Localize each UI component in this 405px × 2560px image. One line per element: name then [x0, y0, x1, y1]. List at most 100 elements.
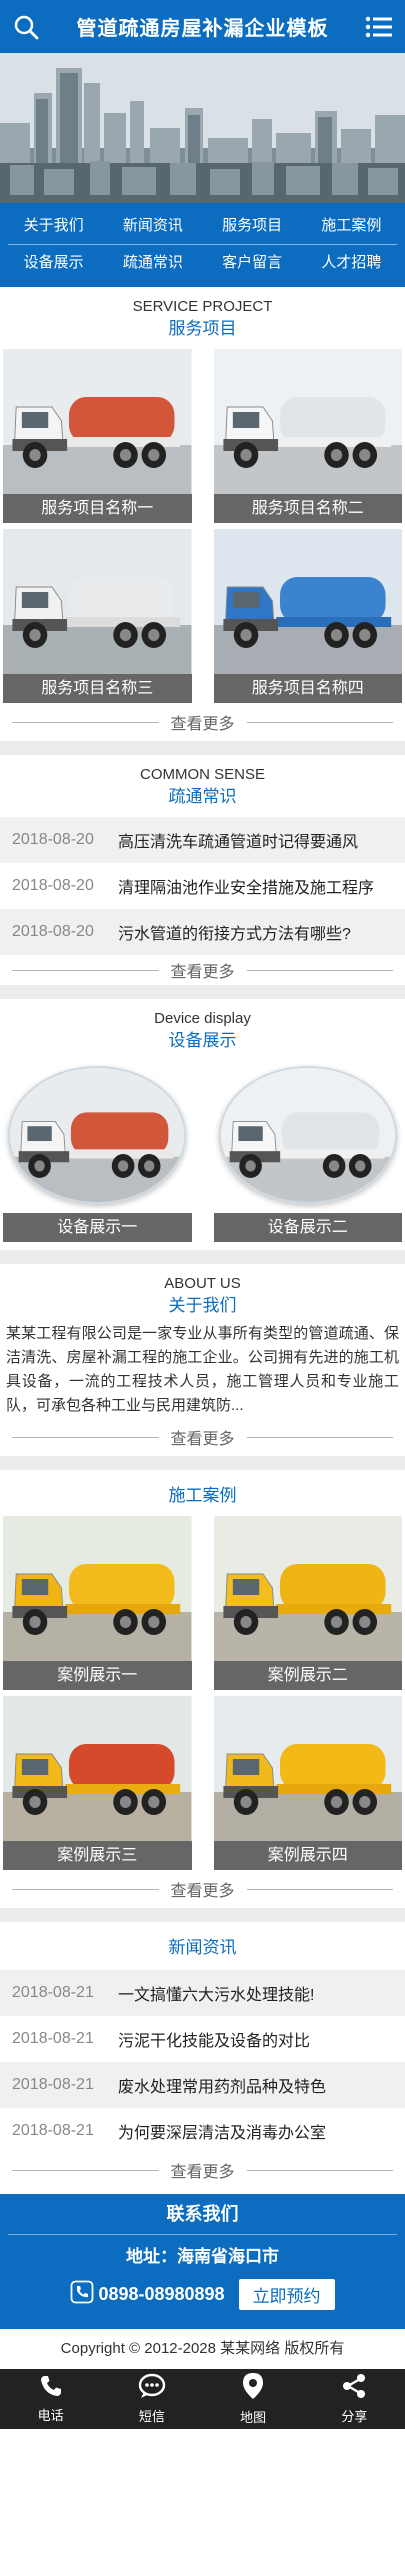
list-item-date: 2018-08-21: [12, 1984, 94, 2001]
sense-title-en: COMMON SENSE: [139, 766, 265, 783]
list-item-title: 一文搞懂六大污水处理技能!: [118, 1987, 315, 2004]
service-title-cn: 服务项目: [168, 319, 237, 338]
about-text: 某某工程有限公司是一家专业从事所有类型的管道疏通、保洁清洗、房屋补漏工程的施工企…: [6, 1325, 399, 1414]
nav-item-guestbook[interactable]: 客户留言: [203, 245, 302, 281]
nav-item-jobs[interactable]: 人才招聘: [302, 245, 401, 281]
copyright: Copyright © 2012-2028 某某网络 版权所有: [0, 2329, 405, 2369]
case-image: [213, 1696, 402, 1841]
nav-item-services[interactable]: 服务项目: [203, 208, 302, 244]
sense-more: 查看更多: [0, 955, 405, 985]
bottom-bar-phone[interactable]: 电话: [0, 2369, 101, 2429]
bottom-bar-share[interactable]: 分享: [304, 2369, 405, 2429]
case-card-label: 案例展示四: [213, 1841, 402, 1870]
case-image: [3, 1516, 192, 1661]
more-line-right: [246, 969, 394, 971]
list-item-date: 2018-08-20: [12, 877, 94, 894]
about-more-link[interactable]: 查看更多: [171, 1425, 235, 1449]
service-card[interactable]: 服务项目名称一: [3, 349, 192, 523]
service-image: [213, 349, 402, 494]
nav-item-about[interactable]: 关于我们: [4, 208, 103, 244]
list-item-title: 清理隔油池作业安全措施及施工程序: [118, 880, 375, 897]
cases-grid: 案例展示一 案例展示二 案例展示三 案例展示四: [0, 1514, 405, 1870]
sense-more-link[interactable]: 查看更多: [171, 958, 235, 982]
phone-icon: [70, 2280, 94, 2309]
list-item-title: 为何要深层清洁及消毒办公室: [118, 2125, 327, 2142]
news-list: 2018-08-21 一文搞懂六大污水处理技能! 2018-08-21 污泥干化…: [0, 1966, 405, 2154]
sense-title-cn: 疏通常识: [168, 787, 237, 806]
case-card[interactable]: 案例展示三: [3, 1696, 192, 1870]
more-line-right: [246, 1888, 394, 1890]
device-image: [8, 1066, 187, 1204]
service-title-en: SERVICE PROJECT: [132, 298, 273, 315]
about-title-cn: 关于我们: [168, 1296, 237, 1315]
service-image: [213, 529, 402, 674]
list-item[interactable]: 2018-08-20 高压清洗车疏通管道时记得要通风: [0, 817, 405, 863]
search-icon[interactable]: [10, 11, 42, 43]
device-card[interactable]: 设备展示一: [3, 1057, 192, 1242]
news-more: 查看更多: [0, 2154, 405, 2186]
bottom-bar-label: 地图: [240, 2410, 267, 2425]
section-divider: [0, 741, 405, 755]
list-item[interactable]: 2018-08-21 为何要深层清洁及消毒办公室: [0, 2108, 405, 2154]
case-card[interactable]: 案例展示四: [213, 1696, 402, 1870]
book-button[interactable]: 立即预约: [238, 2279, 335, 2310]
service-card[interactable]: 服务项目名称三: [3, 529, 192, 703]
list-item[interactable]: 2018-08-21 一文搞懂六大污水处理技能!: [0, 1970, 405, 2016]
phone-icon: [39, 2374, 63, 2405]
cases-title-cn: 施工案例: [168, 1486, 237, 1505]
list-item-title: 高压清洗车疏通管道时记得要通风: [118, 834, 359, 851]
service-section-title: SERVICE PROJECT 服务项目: [0, 287, 405, 341]
service-card[interactable]: 服务项目名称二: [213, 349, 402, 523]
contact-phone-number: 0898-08980898: [98, 2284, 225, 2304]
device-image: [218, 1066, 397, 1204]
section-divider: [0, 985, 405, 999]
service-image: [3, 349, 192, 494]
sense-section-title: COMMON SENSE 疏通常识: [0, 755, 405, 809]
case-card[interactable]: 案例展示二: [213, 1516, 402, 1690]
cases-section-title: 施工案例: [0, 1470, 405, 1514]
section-divider: [0, 1908, 405, 1922]
device-card[interactable]: 设备展示二: [213, 1057, 403, 1242]
list-item-title: 废水处理常用药剂品种及特色: [118, 2079, 327, 2096]
message-icon: [138, 2373, 166, 2406]
service-more-link[interactable]: 查看更多: [171, 710, 235, 734]
sense-list: 2018-08-20 高压清洗车疏通管道时记得要通风 2018-08-20 清理…: [0, 809, 405, 955]
bottom-bar-sms[interactable]: 短信: [101, 2369, 202, 2429]
list-item-title: 污泥干化技能及设备的对比: [118, 2033, 311, 2050]
contact-panel: 联系我们 地址：海南省海口市 0898-08980898 立即预约: [0, 2194, 405, 2329]
menu-icon[interactable]: [363, 11, 395, 43]
list-item-date: 2018-08-21: [12, 2076, 94, 2093]
nav-item-knowledge[interactable]: 疏通常识: [103, 245, 202, 281]
device-image-wrap: [214, 1057, 403, 1213]
case-card[interactable]: 案例展示一: [3, 1516, 192, 1690]
news-more-link[interactable]: 查看更多: [171, 2158, 235, 2182]
contact-phone[interactable]: 0898-08980898: [70, 2280, 225, 2309]
service-card[interactable]: 服务项目名称四: [213, 529, 402, 703]
more-line-right: [246, 721, 394, 723]
list-item-date: 2018-08-21: [12, 2030, 94, 2047]
list-item[interactable]: 2018-08-21 污泥干化技能及设备的对比: [0, 2016, 405, 2062]
list-item[interactable]: 2018-08-21 废水处理常用药剂品种及特色: [0, 2062, 405, 2108]
main-nav: 关于我们 新闻资讯 服务项目 施工案例 设备展示 疏通常识 客户留言 人才招聘: [0, 203, 405, 287]
section-divider: [0, 1250, 405, 1264]
nav-item-news[interactable]: 新闻资讯: [103, 208, 202, 244]
cases-more-link[interactable]: 查看更多: [171, 1877, 235, 1901]
device-section-title: Device display 设备展示: [0, 999, 405, 1053]
list-item[interactable]: 2018-08-20 清理隔油池作业安全措施及施工程序: [0, 863, 405, 909]
contact-address: 地址：海南省海口市: [126, 2247, 279, 2266]
more-line-left: [12, 1888, 159, 1890]
nav-item-devices[interactable]: 设备展示: [4, 245, 103, 281]
nav-item-cases[interactable]: 施工案例: [302, 208, 401, 244]
bottom-bar-label: 短信: [138, 2409, 165, 2424]
bottom-bar: 电话 短信 地图 分享: [0, 2369, 405, 2429]
case-card-label: 案例展示一: [3, 1661, 192, 1690]
bottom-bar-label: 电话: [37, 2408, 64, 2423]
news-title-cn: 新闻资讯: [168, 1938, 237, 1957]
page: 管道疏通房屋补漏企业模板 关于我们 新闻资讯 服务项目 施工案例 设备展示 疏通…: [0, 0, 405, 2429]
news-section-title: 新闻资讯: [0, 1922, 405, 1966]
bottom-bar-map[interactable]: 地图: [203, 2369, 304, 2429]
list-item[interactable]: 2018-08-20 污水管道的衔接方式方法有哪些?: [0, 909, 405, 955]
service-card-label: 服务项目名称二: [213, 494, 402, 523]
about-title-en: ABOUT US: [164, 1275, 241, 1292]
device-image-wrap: [3, 1057, 192, 1213]
